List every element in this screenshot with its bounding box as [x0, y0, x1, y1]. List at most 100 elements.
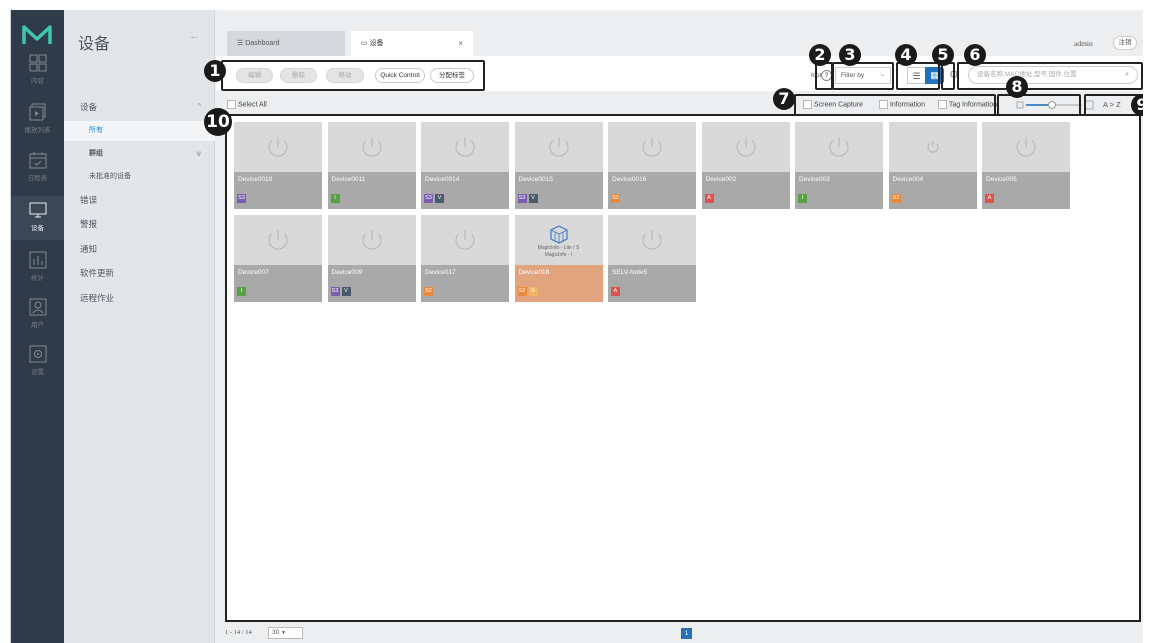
- rail-item-schedule[interactable]: 日程表: [11, 151, 64, 195]
- sidebar-item-devices[interactable]: 设备 ^: [64, 97, 215, 117]
- callout-box-8: [997, 94, 1081, 116]
- device-thumbnail: [327, 215, 416, 265]
- device-badges: I: [330, 194, 340, 203]
- status-badge: I: [798, 194, 807, 203]
- status-badge: S3: [330, 287, 340, 296]
- device-badges: A: [704, 194, 714, 203]
- device-info: Device003 I: [795, 172, 883, 209]
- sidebar-item-software-update[interactable]: 软件更新: [64, 263, 215, 283]
- device-badges: A: [611, 287, 620, 296]
- power-icon: [268, 230, 288, 250]
- device-name: Device004: [892, 176, 924, 183]
- device-card[interactable]: MagicInfo - Lite / S MagicInfo - I Device0…: [514, 215, 603, 302]
- sidebar-item-remote-jobs[interactable]: 远程作业: [64, 288, 215, 308]
- pagination-range: 1 - 14 / 14: [225, 629, 252, 636]
- device-name: Device0015: [518, 176, 553, 183]
- device-info: Device017 S2: [421, 265, 509, 302]
- sidebar-item-all[interactable]: 所有: [64, 121, 215, 141]
- device-name: Device0010: [238, 176, 273, 183]
- device-info: Device004 S2: [888, 172, 977, 209]
- device-badges: S2 S: [517, 287, 538, 296]
- rail-label: 统计: [31, 275, 44, 282]
- status-badge: S: [528, 287, 538, 296]
- callout-box-6: [957, 62, 1143, 90]
- device-name: Device005: [986, 176, 1017, 183]
- close-icon[interactable]: ×: [458, 31, 463, 56]
- sidebar-item-errors[interactable]: 错误: [64, 190, 215, 210]
- caption-line: MagicInfo - I: [544, 252, 573, 258]
- pagination: 1 - 14 / 14 30 ▼ 1: [216, 624, 1143, 643]
- power-icon: [829, 137, 849, 157]
- sidebar-item-label: 群组: [89, 150, 103, 157]
- sidebar-item-alerts[interactable]: 警报: [64, 214, 215, 234]
- power-icon: [455, 230, 475, 250]
- list-icon: ☰: [237, 40, 246, 47]
- status-badge: S3: [237, 194, 246, 203]
- tab-devices[interactable]: ▭ 设备 ×: [351, 31, 473, 56]
- rail-label: 播放列表: [24, 127, 51, 134]
- device-info: Device005 A: [982, 172, 1070, 209]
- logout-button[interactable]: 注销: [1113, 36, 1137, 50]
- device-card[interactable]: Device0014 S3 V: [421, 122, 509, 209]
- power-icon: [549, 137, 568, 157]
- device-card[interactable]: Device002 A: [701, 122, 790, 209]
- tab-dashboard[interactable]: ☰ Dashboard: [227, 31, 345, 56]
- callout-box-2: [815, 62, 833, 90]
- sidebar-item-notifications[interactable]: 通知: [64, 239, 215, 259]
- device-info: Device0016 S2: [608, 172, 696, 209]
- device-card[interactable]: Device0015 S3 V: [514, 122, 603, 209]
- device-thumbnail: [982, 122, 1070, 172]
- power-icon: [1016, 137, 1036, 157]
- device-info: Device018 S2 S: [514, 265, 603, 302]
- settings-icon: [29, 345, 46, 363]
- device-card[interactable]: Device007 I: [234, 215, 322, 302]
- status-badge: V: [341, 287, 351, 296]
- rail-item-playlist[interactable]: 播放列表: [11, 103, 64, 147]
- select-all-checkbox[interactable]: Select All: [227, 100, 267, 109]
- tab-label: 设备: [369, 40, 384, 47]
- sidebar-item-label: 设备: [80, 102, 98, 112]
- device-card[interactable]: Device009 S3 V: [327, 215, 416, 302]
- callout-number: 7: [773, 88, 795, 110]
- device-badges: S3 V: [517, 194, 538, 203]
- device-info: Device0010 S3: [234, 172, 322, 209]
- device-info: Device002 A: [701, 172, 790, 209]
- status-badge: S2: [424, 287, 433, 296]
- device-card[interactable]: Device003 I: [795, 122, 883, 209]
- page-size-value: 30: [272, 629, 280, 636]
- device-badges: I: [237, 287, 246, 296]
- device-card[interactable]: Device017 S2: [421, 215, 509, 302]
- monitor-icon: ▭: [361, 40, 370, 47]
- power-icon: [642, 230, 662, 250]
- rail-label: 内容: [31, 78, 44, 85]
- device-info: Device0011 I: [327, 172, 416, 209]
- magicinfo-cube-icon: [549, 225, 568, 244]
- rail-item-settings[interactable]: 设置: [11, 345, 64, 389]
- rail-item-device[interactable]: 设备: [11, 196, 64, 240]
- device-card[interactable]: Device0011 I: [327, 122, 416, 209]
- rail-item-statistics[interactable]: 统计: [11, 251, 64, 295]
- sidebar-item-unapproved[interactable]: 未批准的设备: [64, 167, 215, 187]
- select-all-label: Select All: [237, 101, 267, 109]
- rail-label: 设备: [31, 225, 44, 232]
- caption-line: MagicInfo - Lite / S: [537, 245, 580, 251]
- device-card[interactable]: Device005 A: [982, 122, 1070, 209]
- rail-item-content[interactable]: 内容: [11, 54, 64, 98]
- collapse-arrow-icon[interactable]: ←: [189, 30, 200, 42]
- device-grid: Device0010 S3 Device0011 I Device0014 S3 V Devi…: [225, 114, 1141, 622]
- device-badges: S3 V: [330, 287, 351, 296]
- device-badges: A: [985, 194, 994, 203]
- device-card[interactable]: Device004 S2: [888, 122, 977, 209]
- sidebar-item-groups[interactable]: 群组 v: [64, 144, 215, 164]
- device-card[interactable]: SELV-Note5 A: [608, 215, 696, 302]
- device-card[interactable]: Device0010 S3: [234, 122, 322, 209]
- page-size-select[interactable]: 30 ▼: [268, 627, 303, 639]
- device-name: Device018: [518, 269, 550, 276]
- page-number[interactable]: 1: [681, 628, 692, 639]
- device-card[interactable]: Device0016 S2: [608, 122, 696, 209]
- status-badge: S2: [517, 287, 527, 296]
- checkbox[interactable]: [227, 100, 236, 109]
- rail-label: 用户: [31, 322, 44, 329]
- rail-item-user[interactable]: 用户: [11, 298, 64, 342]
- device-name: Device003: [799, 176, 830, 183]
